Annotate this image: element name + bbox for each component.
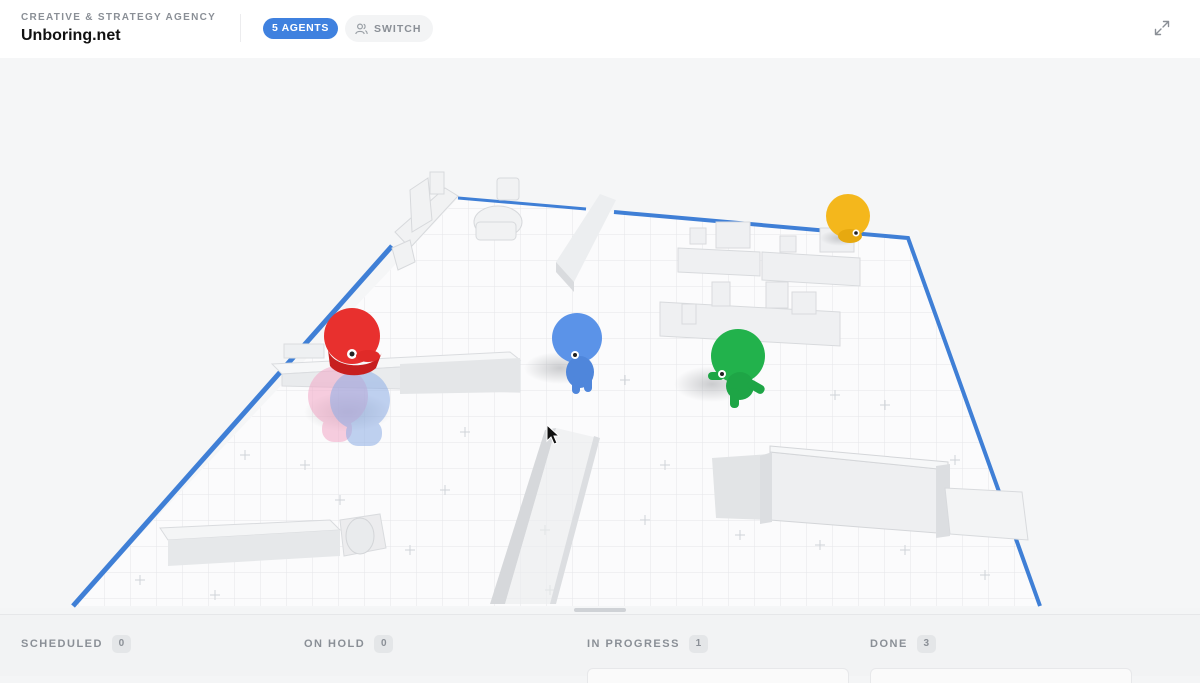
column-in-progress[interactable]: IN PROGRESS 1 <box>587 635 708 653</box>
expand-button[interactable] <box>1153 19 1171 37</box>
column-title: DONE <box>870 638 908 650</box>
switch-label: SWITCH <box>374 22 422 35</box>
column-title: SCHEDULED <box>21 638 103 650</box>
top-bar: CREATIVE & STRATEGY AGENCY Unboring.net … <box>0 0 1200 58</box>
users-icon <box>355 22 368 35</box>
task-card[interactable] <box>587 668 849 683</box>
office-3d-scene[interactable] <box>0 58 1200 608</box>
expand-icon <box>1154 20 1170 36</box>
panel-drag-handle[interactable] <box>574 608 626 612</box>
header-divider <box>240 14 241 42</box>
column-count: 1 <box>688 635 708 653</box>
task-card[interactable] <box>870 668 1132 683</box>
column-done[interactable]: DONE 3 <box>870 635 936 653</box>
column-count: 3 <box>916 635 936 653</box>
column-scheduled[interactable]: SCHEDULED 0 <box>21 635 131 653</box>
switch-button[interactable]: SWITCH <box>345 15 434 42</box>
column-title: IN PROGRESS <box>587 638 680 650</box>
column-on-hold[interactable]: ON HOLD 0 <box>304 635 394 653</box>
column-title: ON HOLD <box>304 638 366 650</box>
task-board: SCHEDULED 0 ON HOLD 0 IN PROGRESS 1 DONE… <box>0 614 1200 683</box>
brand-subtitle: CREATIVE & STRATEGY AGENCY <box>21 12 217 23</box>
brand: CREATIVE & STRATEGY AGENCY Unboring.net <box>21 12 216 45</box>
column-count: 0 <box>374 635 394 653</box>
agents-count-badge[interactable]: 5 AGENTS <box>263 18 338 39</box>
agent-red[interactable] <box>324 308 382 376</box>
brand-title: Unboring.net <box>21 27 121 44</box>
column-count: 0 <box>111 635 131 653</box>
